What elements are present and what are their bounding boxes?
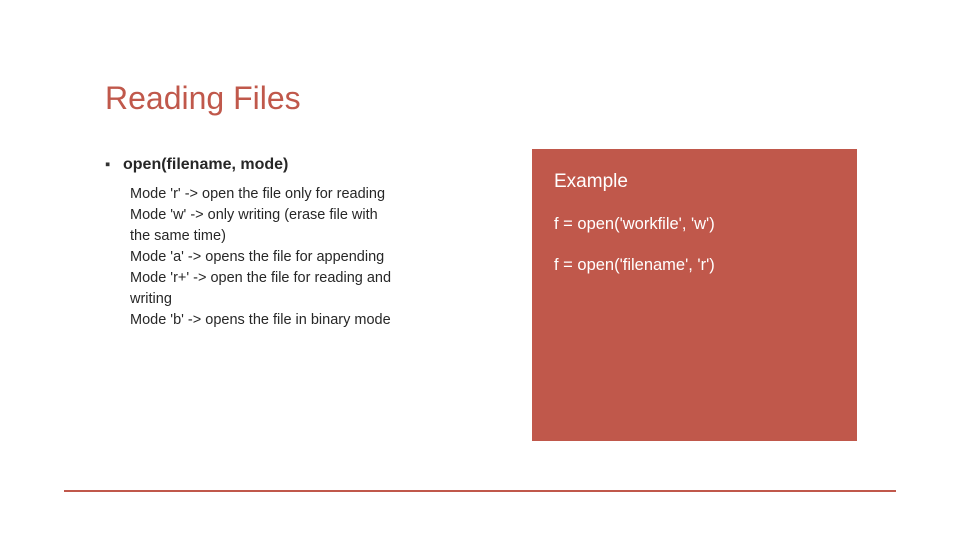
bullet-icon: ▪: [105, 155, 113, 175]
divider-line: [64, 490, 896, 492]
content-row: ▪ open(filename, mode) Mode 'r' -> open …: [105, 155, 860, 441]
mode-line: Mode 'a' -> opens the file for appending: [130, 247, 487, 268]
example-title: Example: [554, 171, 835, 193]
mode-line: the same time): [130, 226, 487, 247]
mode-line: Mode 'b' -> opens the file in binary mod…: [130, 310, 487, 331]
bullet-heading: open(filename, mode): [123, 155, 288, 176]
mode-line: writing: [130, 289, 487, 310]
slide-title: Reading Files: [105, 80, 860, 117]
example-code-line: f = open('workfile', 'w'): [554, 215, 835, 234]
bullet-item: ▪ open(filename, mode): [105, 155, 487, 176]
left-column: ▪ open(filename, mode) Mode 'r' -> open …: [105, 155, 487, 331]
mode-line: Mode 'r+' -> open the file for reading a…: [130, 268, 487, 289]
example-box: Example f = open('workfile', 'w') f = op…: [532, 149, 857, 441]
mode-list: Mode 'r' -> open the file only for readi…: [130, 184, 487, 331]
example-code-line: f = open('filename', 'r'): [554, 256, 835, 275]
slide: Reading Files ▪ open(filename, mode) Mod…: [0, 0, 960, 540]
mode-line: Mode 'w' -> only writing (erase file wit…: [130, 205, 487, 226]
mode-line: Mode 'r' -> open the file only for readi…: [130, 184, 487, 205]
